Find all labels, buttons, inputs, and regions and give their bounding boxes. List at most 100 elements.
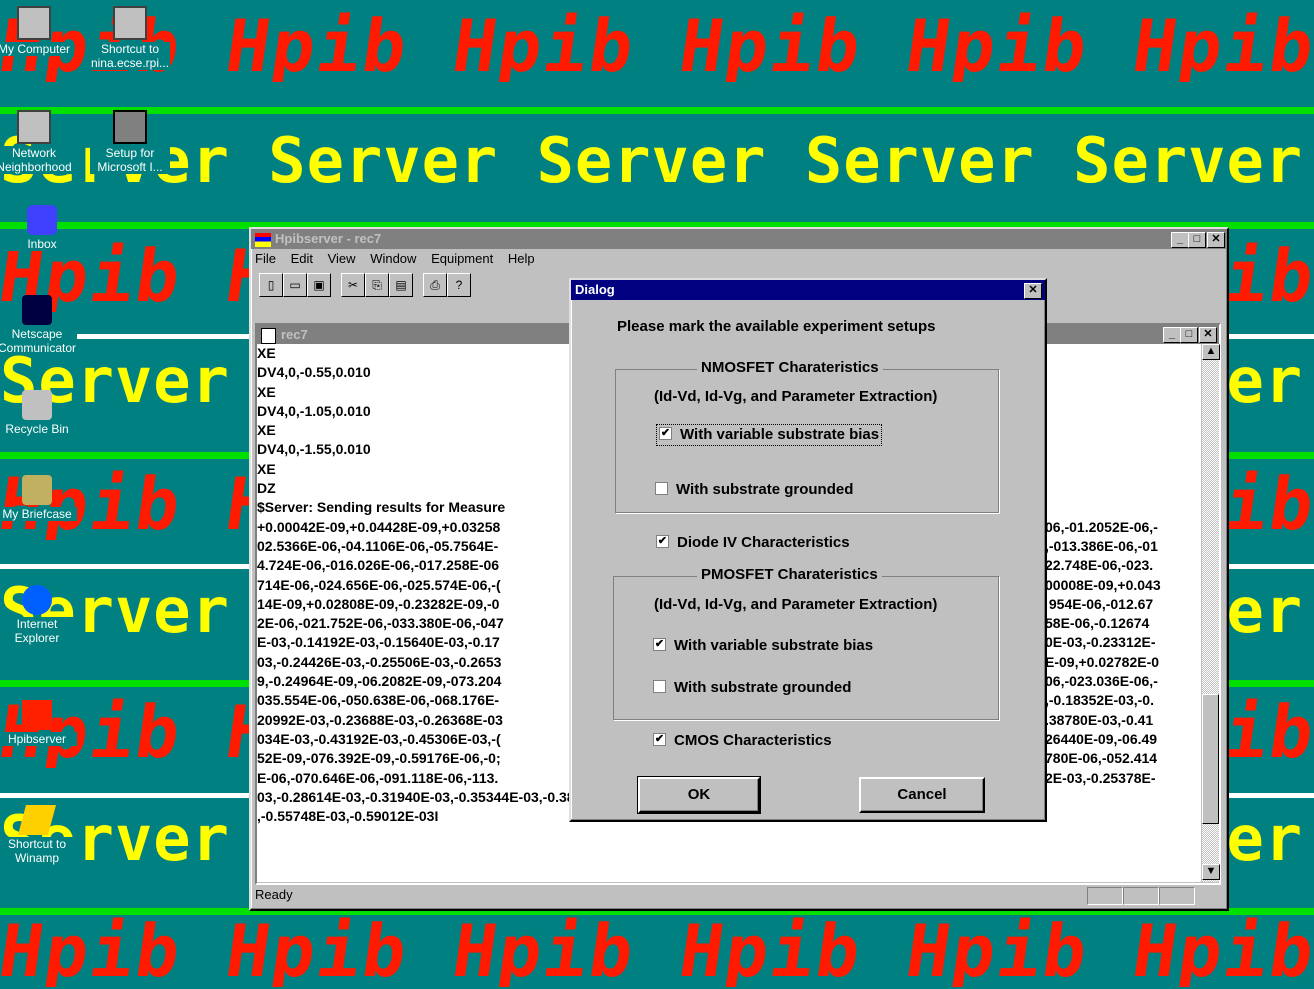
- recycle-bin-icon: [22, 390, 52, 420]
- diode-iv-checkbox[interactable]: ✔ Diode IV Characteristics: [656, 534, 850, 552]
- cut-icon[interactable]: ✂: [341, 273, 365, 297]
- checkbox-box: ✔: [659, 426, 672, 440]
- output-line-right: 00008E-09,+0.043: [1045, 576, 1161, 593]
- desktop-icon-label: Shortcut to: [0, 837, 77, 851]
- desktop-icon-label: Communicator: [0, 341, 77, 355]
- wallpaper-hpib-row: Hpib Hpib Hpib Hpib Hpib Hpib Hpib Hpib: [0, 10, 1314, 82]
- desktop-icon[interactable]: My Computer: [0, 6, 74, 56]
- output-line-left: XE: [257, 383, 276, 400]
- output-line-left: 20992E-03,-0.23688E-03,-0.26368E-03: [257, 711, 503, 728]
- maximize-button[interactable]: □: [1188, 232, 1206, 248]
- output-line-left: XE: [257, 422, 276, 439]
- help-icon[interactable]: ?: [447, 273, 471, 297]
- wallpaper-hpib-row: Hpib Hpib Hpib Hpib Hpib Hpib Hpib Hpib: [0, 915, 1314, 987]
- checkbox-label: With variable substrate bias: [674, 637, 874, 654]
- desktop-icon[interactable]: Netscape Communicator: [0, 295, 77, 355]
- experiment-setup-dialog[interactable]: Dialog ✕ Please mark the available exper…: [569, 278, 1047, 822]
- output-line-right: E-09,+0.02782E-0: [1045, 653, 1160, 670]
- pmos-grounded-checkbox[interactable]: With substrate grounded: [653, 679, 851, 697]
- desktop-icon[interactable]: Inbox: [2, 205, 82, 251]
- child-maximize-button[interactable]: □: [1180, 327, 1198, 343]
- dialog-close-button[interactable]: ✕: [1024, 283, 1042, 299]
- checkbox-box: [653, 679, 666, 693]
- new-icon[interactable]: ▯: [259, 273, 283, 297]
- output-line-right: .38780E-03,-0.41: [1045, 711, 1154, 728]
- save-icon[interactable]: ▣: [307, 273, 331, 297]
- desktop-icon-label: My Briefcase: [0, 507, 77, 521]
- desktop-icon-label: nina.ecse.rpi...: [90, 56, 170, 70]
- status-pane: [1123, 887, 1159, 905]
- pmos-variable-bias-checkbox[interactable]: ✔ With variable substrate bias: [653, 637, 873, 655]
- menu-window[interactable]: Window: [370, 251, 416, 266]
- pmosfet-subtitle: (Id-Vd, Id-Vg, and Parameter Extraction): [654, 596, 938, 613]
- menu-file[interactable]: File: [255, 251, 276, 266]
- output-line-right: 22.748E-06,-023.: [1045, 557, 1154, 574]
- output-line-right: 06,-023.036E-06,-: [1045, 673, 1158, 690]
- desktop-icon[interactable]: Setup for Microsoft I...: [90, 110, 170, 174]
- menu-equipment[interactable]: Equipment: [431, 251, 493, 266]
- output-line-left: 035.554E-06,-050.638E-06,-068.176E-: [257, 692, 500, 709]
- desktop-icon[interactable]: Internet Explorer: [0, 585, 77, 645]
- output-line-left: $Server: Sending results for Measure: [257, 499, 506, 516]
- child-close-button[interactable]: ✕: [1199, 327, 1217, 343]
- menu-edit[interactable]: Edit: [291, 251, 313, 266]
- desktop-icon[interactable]: My Briefcase: [0, 475, 77, 521]
- document-icon: [261, 327, 276, 344]
- output-line-left: 4.724E-06,-016.026E-06,-017.258E-06: [257, 557, 500, 574]
- desktop-icon-label: Microsoft I...: [90, 160, 170, 174]
- internet-explorer-icon: [22, 585, 52, 615]
- cancel-button[interactable]: Cancel: [859, 777, 985, 813]
- menu-help[interactable]: Help: [508, 251, 535, 266]
- desktop-icon[interactable]: Recycle Bin: [0, 390, 77, 436]
- output-line-left: +0.00042E-09,+0.04428E-09,+0.03258: [257, 518, 501, 535]
- output-line-left: 14E-09,+0.02808E-09,-0.23282E-09,-0: [257, 595, 500, 612]
- output-line-left: DV4,0,-0.55,0.010: [257, 364, 371, 381]
- scroll-thumb[interactable]: [1202, 694, 1219, 824]
- menu-view[interactable]: View: [328, 251, 356, 266]
- vertical-scrollbar[interactable]: ▲ ▼: [1202, 344, 1220, 882]
- briefcase-icon: [22, 475, 52, 505]
- output-line-right: 0E-03,-0.23312E-: [1045, 634, 1156, 651]
- output-line-right: 26440E-09,-06.49: [1045, 730, 1158, 747]
- scroll-up-button[interactable]: ▲: [1202, 344, 1220, 360]
- nmos-variable-bias-checkbox[interactable]: ✔ With variable substrate bias: [656, 424, 883, 446]
- window-title: Hpibserver - rec7: [275, 231, 382, 246]
- setup-icon: [113, 110, 147, 144]
- desktop-icon[interactable]: Shortcut to Winamp: [0, 805, 77, 865]
- open-icon[interactable]: ▭: [283, 273, 307, 297]
- status-pane: [1087, 887, 1123, 905]
- ok-button[interactable]: OK: [637, 776, 761, 814]
- hpibserver-titlebar[interactable]: Hpibserver - rec7 _ □ ✕: [251, 229, 1227, 249]
- hpibserver-icon: [22, 700, 52, 730]
- scroll-down-button[interactable]: ▼: [1202, 864, 1220, 880]
- minimize-button[interactable]: _: [1171, 232, 1189, 248]
- desktop-icon-label: Inbox: [2, 237, 82, 251]
- output-line-left: 2E-06,-021.752E-06,-033.380E-06,-047: [257, 615, 504, 632]
- desktop-icon-label: Hpibserver: [0, 732, 77, 746]
- desktop-icon[interactable]: Shortcut to nina.ecse.rpi...: [90, 6, 170, 70]
- desktop-icon[interactable]: Network Neighborhood: [0, 110, 74, 174]
- print-icon[interactable]: ⎙: [423, 273, 447, 297]
- wallpaper-server-row: Server Server Server Server Server Serve…: [0, 130, 1314, 192]
- output-line-right: 954E-06,-012.67: [1045, 595, 1154, 612]
- output-line-right: 58E-06,-0.12674: [1045, 615, 1150, 632]
- dialog-titlebar[interactable]: Dialog ✕: [571, 280, 1045, 300]
- copy-icon[interactable]: ⎘: [365, 273, 389, 297]
- menu-bar: File Edit View Window Equipment Help: [251, 249, 1227, 269]
- paste-icon[interactable]: ▤: [389, 273, 413, 297]
- output-line-left: 52E-09,-076.392E-09,-0.59176E-06,-0;: [257, 750, 501, 767]
- shortcut-computer-icon: [113, 6, 147, 40]
- checkbox-label: With substrate grounded: [674, 679, 852, 696]
- checkbox-label: With substrate grounded: [676, 481, 854, 498]
- child-title: rec7: [281, 327, 308, 342]
- pmosfet-group-title: PMOSFET Charateristics: [697, 566, 882, 583]
- cmos-checkbox[interactable]: ✔ CMOS Characteristics: [653, 732, 832, 750]
- nmos-grounded-checkbox[interactable]: With substrate grounded: [655, 481, 853, 499]
- desktop-icon[interactable]: Hpibserver: [0, 700, 77, 746]
- close-button[interactable]: ✕: [1207, 232, 1225, 248]
- desktop-icon-label: Setup for: [90, 146, 170, 160]
- checkbox-box: ✔: [653, 732, 666, 746]
- checkbox-box: ✔: [656, 534, 669, 548]
- child-minimize-button[interactable]: _: [1163, 327, 1181, 343]
- output-line-left: XE: [257, 460, 276, 477]
